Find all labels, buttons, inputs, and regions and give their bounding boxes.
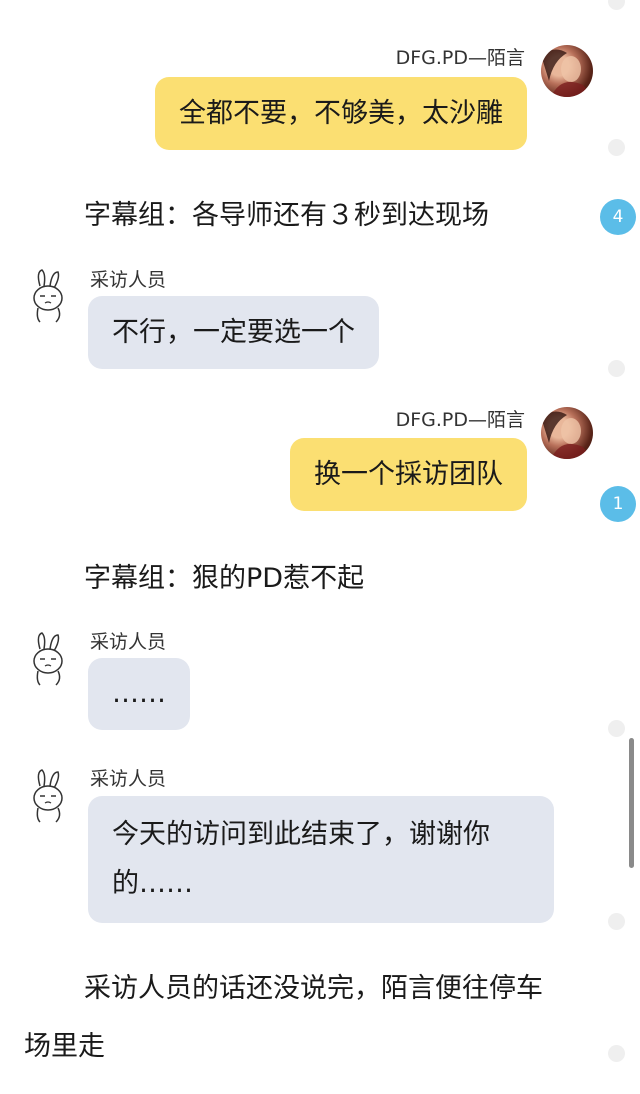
side-dot	[608, 1045, 625, 1062]
side-dot	[608, 139, 625, 156]
message-text-line: 今天的访问到此结束了，谢谢你	[112, 819, 490, 850]
message-text: 换一个採访团队	[314, 459, 503, 490]
message-text: 不行，一定要选一个	[112, 317, 355, 348]
message-bubble-incoming[interactable]: 不行，一定要选一个	[88, 296, 379, 369]
narration-text-line: 采访人员的话还没说完，陌言便往停车	[84, 973, 543, 1004]
side-dot	[608, 360, 625, 377]
bunny-sticker-avatar[interactable]	[28, 631, 68, 687]
sender-name: 采访人员	[90, 631, 167, 653]
user-photo-avatar-image	[541, 49, 593, 97]
narration-text: 字幕组：各导师还有３秒到达现场	[84, 200, 489, 231]
message-text: ……	[112, 678, 166, 709]
narration-text: 字幕组：狠的PD惹不起	[84, 563, 365, 594]
user-photo-avatar[interactable]	[541, 45, 593, 97]
message-text: 全都不要，不够美，太沙雕	[179, 98, 503, 129]
message-bubble-incoming[interactable]: ……	[88, 658, 190, 730]
message-bubble-outgoing[interactable]: 换一个採访团队	[290, 438, 527, 511]
user-photo-avatar[interactable]	[541, 407, 593, 459]
sender-name: DFG.PD—陌言	[395, 47, 525, 69]
user-photo-avatar-image	[541, 411, 593, 459]
bunny-sticker-avatar-image	[33, 769, 63, 823]
bunny-sticker-avatar[interactable]	[28, 768, 68, 824]
message-bubble-outgoing[interactable]: 全都不要，不够美，太沙雕	[155, 77, 527, 150]
unread-count-badge[interactable]: 1	[600, 486, 636, 522]
sender-name: 采访人员	[90, 269, 167, 291]
bunny-sticker-avatar[interactable]	[28, 268, 68, 324]
side-dot	[608, 913, 625, 930]
message-text-line: 的……	[112, 868, 193, 899]
sender-name: DFG.PD—陌言	[395, 409, 525, 431]
side-dot	[608, 0, 625, 10]
bunny-sticker-avatar-image	[33, 269, 63, 323]
sender-name: 采访人员	[90, 768, 167, 790]
narration-text-line: 场里走	[24, 1031, 105, 1062]
scrollbar-thumb[interactable]	[629, 738, 634, 868]
side-dot	[608, 720, 625, 737]
bunny-sticker-avatar-image	[33, 632, 63, 686]
unread-count-badge[interactable]: 4	[600, 199, 636, 235]
message-bubble-incoming[interactable]: 今天的访问到此结束了，谢谢你 的……	[88, 796, 554, 923]
